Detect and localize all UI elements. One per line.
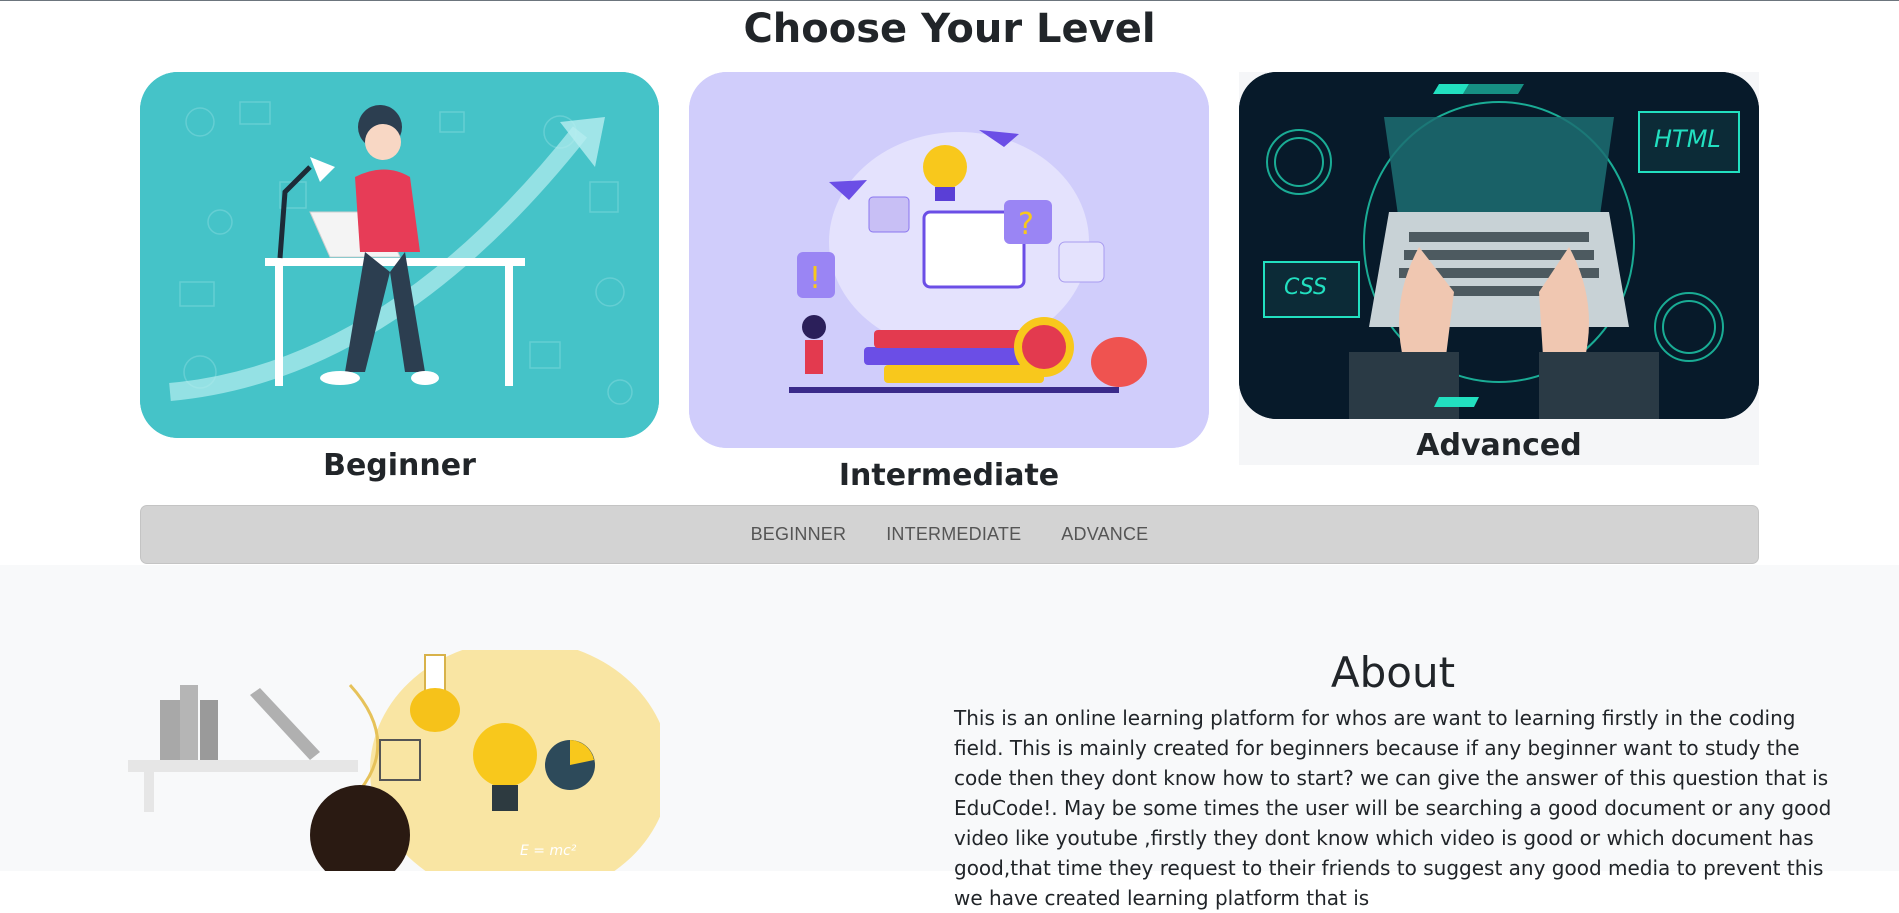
about-section: E = mc² About This is an online learning… xyxy=(0,565,1899,910)
about-text: This is an online learning platform for … xyxy=(954,706,1832,910)
beginner-illustration[interactable] xyxy=(140,72,659,438)
page-title: Choose Your Level xyxy=(743,6,1156,52)
svg-text:HTML: HTML xyxy=(1654,125,1721,153)
svg-text:!: ! xyxy=(809,261,821,296)
level-title-beginner[interactable]: Beginner xyxy=(140,447,659,485)
level-nav-bar: BEGINNER INTERMEDIATE ADVANCE xyxy=(140,505,1759,564)
advanced-illustration[interactable]: HTML CSS xyxy=(1239,72,1759,419)
level-title-intermediate[interactable]: Intermediate xyxy=(689,457,1209,495)
svg-text:?: ? xyxy=(1018,207,1034,242)
nav-link-advance[interactable]: ADVANCE xyxy=(1061,524,1148,545)
nav-link-intermediate[interactable]: INTERMEDIATE xyxy=(886,524,1021,545)
about-title: About xyxy=(1330,648,1456,697)
svg-text:E = mc²: E = mc² xyxy=(520,843,577,859)
about-illustration: E = mc² xyxy=(120,640,670,900)
top-divider xyxy=(0,0,1899,1)
nav-link-beginner[interactable]: BEGINNER xyxy=(751,524,847,545)
intermediate-illustration[interactable]: ? ! xyxy=(689,72,1209,448)
svg-text:CSS: CSS xyxy=(1284,275,1327,300)
level-title-advanced[interactable]: Advanced xyxy=(1239,427,1759,465)
